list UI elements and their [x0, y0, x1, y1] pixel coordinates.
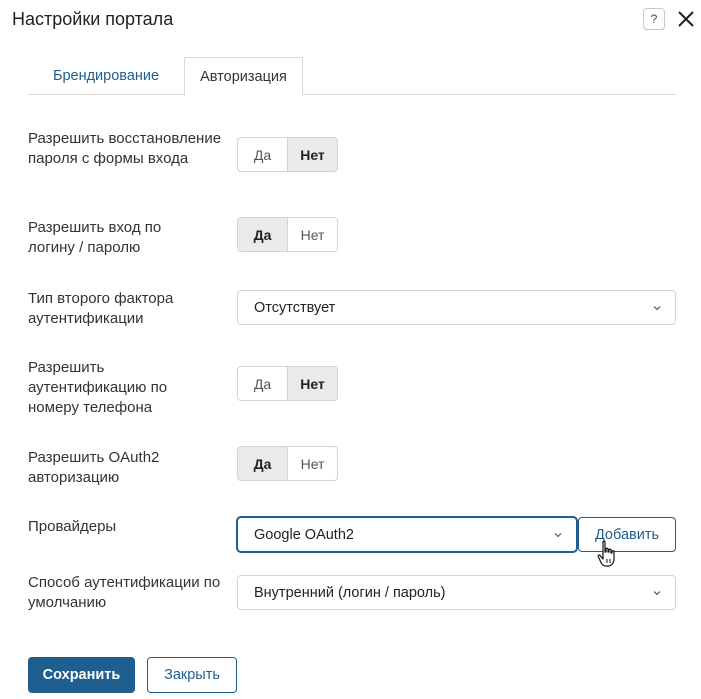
close-icon: [678, 11, 694, 27]
chevron-down-icon: [653, 306, 661, 311]
password-recovery-toggle: Да Нет: [237, 137, 338, 172]
providers-label: Провайдеры: [28, 518, 117, 535]
providers-select[interactable]: Google OAuth2: [237, 517, 577, 552]
chevron-down-icon: [554, 533, 562, 538]
tab-branding[interactable]: Брендирование: [28, 57, 184, 95]
login-password-label: Разрешить вход по логину / паролю: [28, 219, 162, 256]
oauth2-no[interactable]: Нет: [287, 447, 337, 480]
password-recovery-no[interactable]: Нет: [287, 138, 337, 171]
hand-cursor-icon: [597, 540, 615, 567]
second-factor-value: Отсутствует: [254, 299, 336, 316]
dialog-title: Настройки портала: [12, 9, 174, 29]
phone-auth-toggle: Да Нет: [237, 366, 338, 401]
login-password-yes[interactable]: Да: [238, 218, 287, 251]
add-provider-button[interactable]: Добавить: [578, 517, 676, 552]
help-button[interactable]: ?: [643, 8, 665, 30]
password-recovery-yes[interactable]: Да: [238, 138, 287, 171]
oauth2-yes[interactable]: Да: [238, 447, 287, 480]
phone-auth-label: Разрешить аутентификацию по номеру телеф…: [28, 359, 168, 416]
oauth2-toggle: Да Нет: [237, 446, 338, 481]
providers-value: Google OAuth2: [254, 526, 354, 543]
tab-authorization[interactable]: Авторизация: [184, 57, 303, 96]
default-auth-select[interactable]: Внутренний (логин / пароль): [237, 575, 676, 610]
chevron-down-icon: [653, 591, 661, 596]
login-password-no[interactable]: Нет: [287, 218, 337, 251]
second-factor-select[interactable]: Отсутствует: [237, 290, 676, 325]
default-auth-value: Внутренний (логин / пароль): [254, 584, 446, 601]
close-dialog-button[interactable]: [675, 8, 697, 30]
close-button[interactable]: Закрыть: [147, 657, 237, 693]
oauth2-label: Разрешить OAuth2 авторизацию: [28, 449, 160, 486]
password-recovery-label: Разрешить восстановление пароля с формы …: [28, 130, 222, 167]
save-button[interactable]: Сохранить: [28, 657, 135, 693]
phone-auth-no[interactable]: Нет: [287, 367, 337, 400]
default-auth-label: Способ аутентификации по умолчанию: [28, 574, 221, 611]
second-factor-label: Тип второго фактора аутентификации: [28, 290, 174, 327]
tab-bar: Брендирование Авторизация: [28, 57, 676, 96]
help-icon: ?: [650, 12, 658, 26]
login-password-toggle: Да Нет: [237, 217, 338, 252]
phone-auth-yes[interactable]: Да: [238, 367, 287, 400]
